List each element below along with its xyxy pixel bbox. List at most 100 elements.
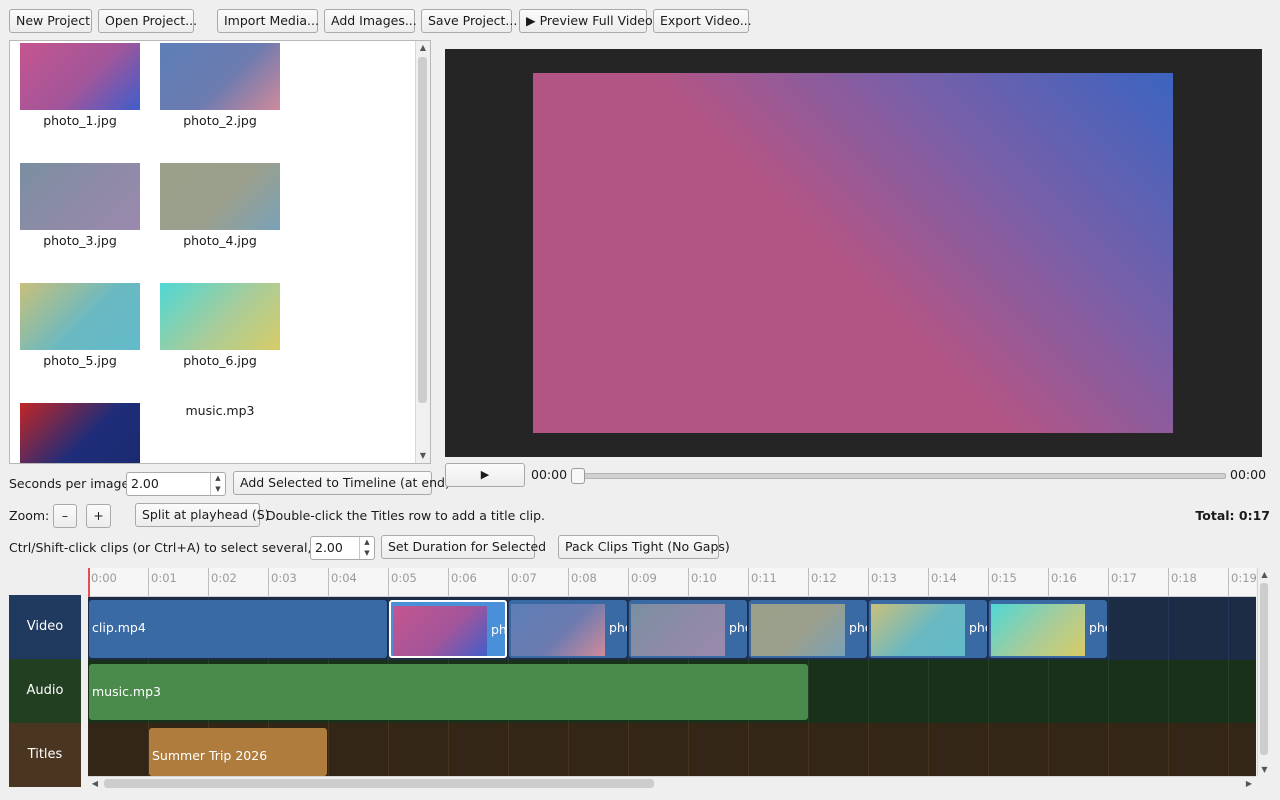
clip-label: Summer Trip 2026 <box>152 748 268 763</box>
preview-full-video-button[interactable]: ▶ Preview Full Video <box>519 9 653 33</box>
media-item[interactable]: photo_3.jpg <box>10 163 150 281</box>
clip-label: photo_1.jpg <box>491 622 507 637</box>
ruler-tick: 0:06 <box>448 568 477 596</box>
clip-thumbnail <box>511 604 605 656</box>
media-thumbnail <box>160 163 280 230</box>
grid-line <box>928 723 929 776</box>
clip-label: clip.mp4 <box>92 620 146 635</box>
media-thumbnail <box>20 403 140 463</box>
media-item[interactable]: photo_5.jpg <box>10 283 150 401</box>
grid-line <box>688 723 689 776</box>
timeline-horizontal-scrollbar[interactable]: ◀ ▶ <box>88 776 1256 791</box>
scroll-thumb[interactable] <box>104 779 654 788</box>
grid-line <box>1108 660 1109 723</box>
split-at-playhead-button[interactable]: Split at playhead (S) <box>135 503 270 527</box>
timeline-ruler[interactable]: 0:00 0:01 0:02 0:03 0:04 0:05 0:06 0:07 0:08 0:09… <box>88 568 1256 597</box>
image-clip[interactable]: photo_6.jpg <box>989 600 1107 658</box>
set-duration-button[interactable]: Set Duration for Selected <box>381 535 546 559</box>
audio-clip[interactable]: music.mp3 <box>89 664 808 720</box>
scroll-left-icon[interactable]: ◀ <box>88 777 102 791</box>
ruler-tick-label: 0:18 <box>1171 571 1197 585</box>
video-clip[interactable]: clip.mp4 <box>89 600 387 658</box>
seek-handle[interactable] <box>571 468 585 484</box>
ruler-tick-label: 0:15 <box>991 571 1017 585</box>
zoom-out-button[interactable]: – <box>53 504 77 528</box>
grid-line <box>988 723 989 776</box>
media-item[interactable] <box>10 403 150 463</box>
media-item-label: photo_4.jpg <box>183 233 257 248</box>
media-thumbnail <box>20 163 140 230</box>
clip-label: photo_2.jpg <box>609 620 627 635</box>
spin-down-icon[interactable]: ▼ <box>360 548 374 559</box>
media-thumbnail <box>160 283 280 350</box>
media-item[interactable]: photo_1.jpg <box>10 43 150 161</box>
clip-label: photo_4.jpg <box>849 620 867 635</box>
grid-line <box>748 723 749 776</box>
export-video-button[interactable]: Export Video... <box>653 9 752 33</box>
import-media-button[interactable]: Import Media... <box>217 9 319 33</box>
scroll-thumb[interactable] <box>418 57 427 403</box>
add-images-button[interactable]: Add Images... <box>324 9 417 33</box>
scroll-right-icon[interactable]: ▶ <box>1242 777 1256 791</box>
play-button[interactable]: ▶ <box>445 463 525 487</box>
track-header-titles: Titles <box>9 723 81 787</box>
zoom-in-button[interactable]: + <box>86 504 111 528</box>
pack-clips-button[interactable]: Pack Clips Tight (No Gaps) <box>558 535 730 559</box>
scroll-thumb[interactable] <box>1260 583 1268 755</box>
grid-line <box>1108 723 1109 776</box>
grid-line <box>808 723 809 776</box>
media-item[interactable]: photo_4.jpg <box>150 163 290 281</box>
grid-line <box>1168 597 1169 660</box>
clip-label: photo_5.jpg <box>969 620 987 635</box>
ruler-tick: 0:04 <box>328 568 357 596</box>
image-clip[interactable]: photo_5.jpg <box>869 600 987 658</box>
media-item-label: photo_5.jpg <box>43 353 117 368</box>
ruler-tick: 0:09 <box>628 568 657 596</box>
grid-line <box>568 723 569 776</box>
spin-up-icon[interactable]: ▲ <box>211 473 225 484</box>
ruler-tick: 0:17 <box>1108 568 1137 596</box>
clip-thumbnail <box>991 604 1085 656</box>
new-project-button[interactable]: New Project <box>9 9 92 33</box>
scroll-up-icon[interactable]: ▲ <box>1258 568 1271 581</box>
image-clip[interactable]: photo_3.jpg <box>629 600 747 658</box>
media-item[interactable]: photo_6.jpg <box>150 283 290 401</box>
grid-line <box>1168 723 1169 776</box>
media-item-label: photo_3.jpg <box>43 233 117 248</box>
titles-track[interactable]: Summer Trip 2026 <box>88 723 1256 776</box>
seconds-per-image-spinbox[interactable]: 2.00 ▲ ▼ <box>126 472 226 496</box>
media-item[interactable]: photo_2.jpg <box>150 43 290 161</box>
ruler-tick: 0:02 <box>208 568 237 596</box>
media-thumbnail <box>20 283 140 350</box>
ruler-tick-label: 0:02 <box>211 571 237 585</box>
scroll-down-icon[interactable]: ▼ <box>416 449 430 463</box>
timeline-vertical-scrollbar[interactable]: ▲ ▼ <box>1257 568 1271 776</box>
ruler-tick-label: 0:09 <box>631 571 657 585</box>
open-project-button[interactable]: Open Project... <box>98 9 197 33</box>
image-clip[interactable]: photo_4.jpg <box>749 600 867 658</box>
save-project-button[interactable]: Save Project... <box>421 9 517 33</box>
media-bin[interactable]: photo_1.jpg photo_2.jpg photo_3.jpg photo_4… <box>9 40 431 464</box>
image-clip[interactable]: photo_2.jpg <box>509 600 627 658</box>
media-bin-scrollbar[interactable]: ▲ ▼ <box>415 41 430 463</box>
spin-up-icon[interactable]: ▲ <box>360 537 374 548</box>
scroll-up-icon[interactable]: ▲ <box>416 41 430 55</box>
audio-track[interactable]: music.mp3 <box>88 660 1256 723</box>
image-clip[interactable]: photo_1.jpg <box>389 600 507 658</box>
clip-label: photo_3.jpg <box>729 620 747 635</box>
scroll-down-icon[interactable]: ▼ <box>1258 763 1271 776</box>
seek-slider[interactable] <box>571 468 1226 484</box>
ruler-tick-label: 0:07 <box>511 571 537 585</box>
grid-line <box>868 723 869 776</box>
spin-down-icon[interactable]: ▼ <box>211 484 225 495</box>
media-thumbnail <box>160 43 280 110</box>
ruler-tick: 0:05 <box>388 568 417 596</box>
media-item[interactable]: music.mp3 <box>150 403 290 463</box>
multi-select-hint: Ctrl/Shift-click clips (or Ctrl+A) to se… <box>9 540 349 555</box>
video-track[interactable]: clip.mp4 photo_1.jpg photo_2.jpg photo_3.jp… <box>88 597 1256 660</box>
add-selected-to-timeline-button[interactable]: Add Selected to Timeline (at end) <box>233 471 450 495</box>
title-clip[interactable]: Summer Trip 2026 <box>149 728 327 776</box>
media-item-label: music.mp3 <box>185 403 255 418</box>
ruler-tick: 0:11 <box>748 568 777 596</box>
selected-duration-spinbox[interactable]: 2.00 ▲ ▼ <box>310 536 375 560</box>
